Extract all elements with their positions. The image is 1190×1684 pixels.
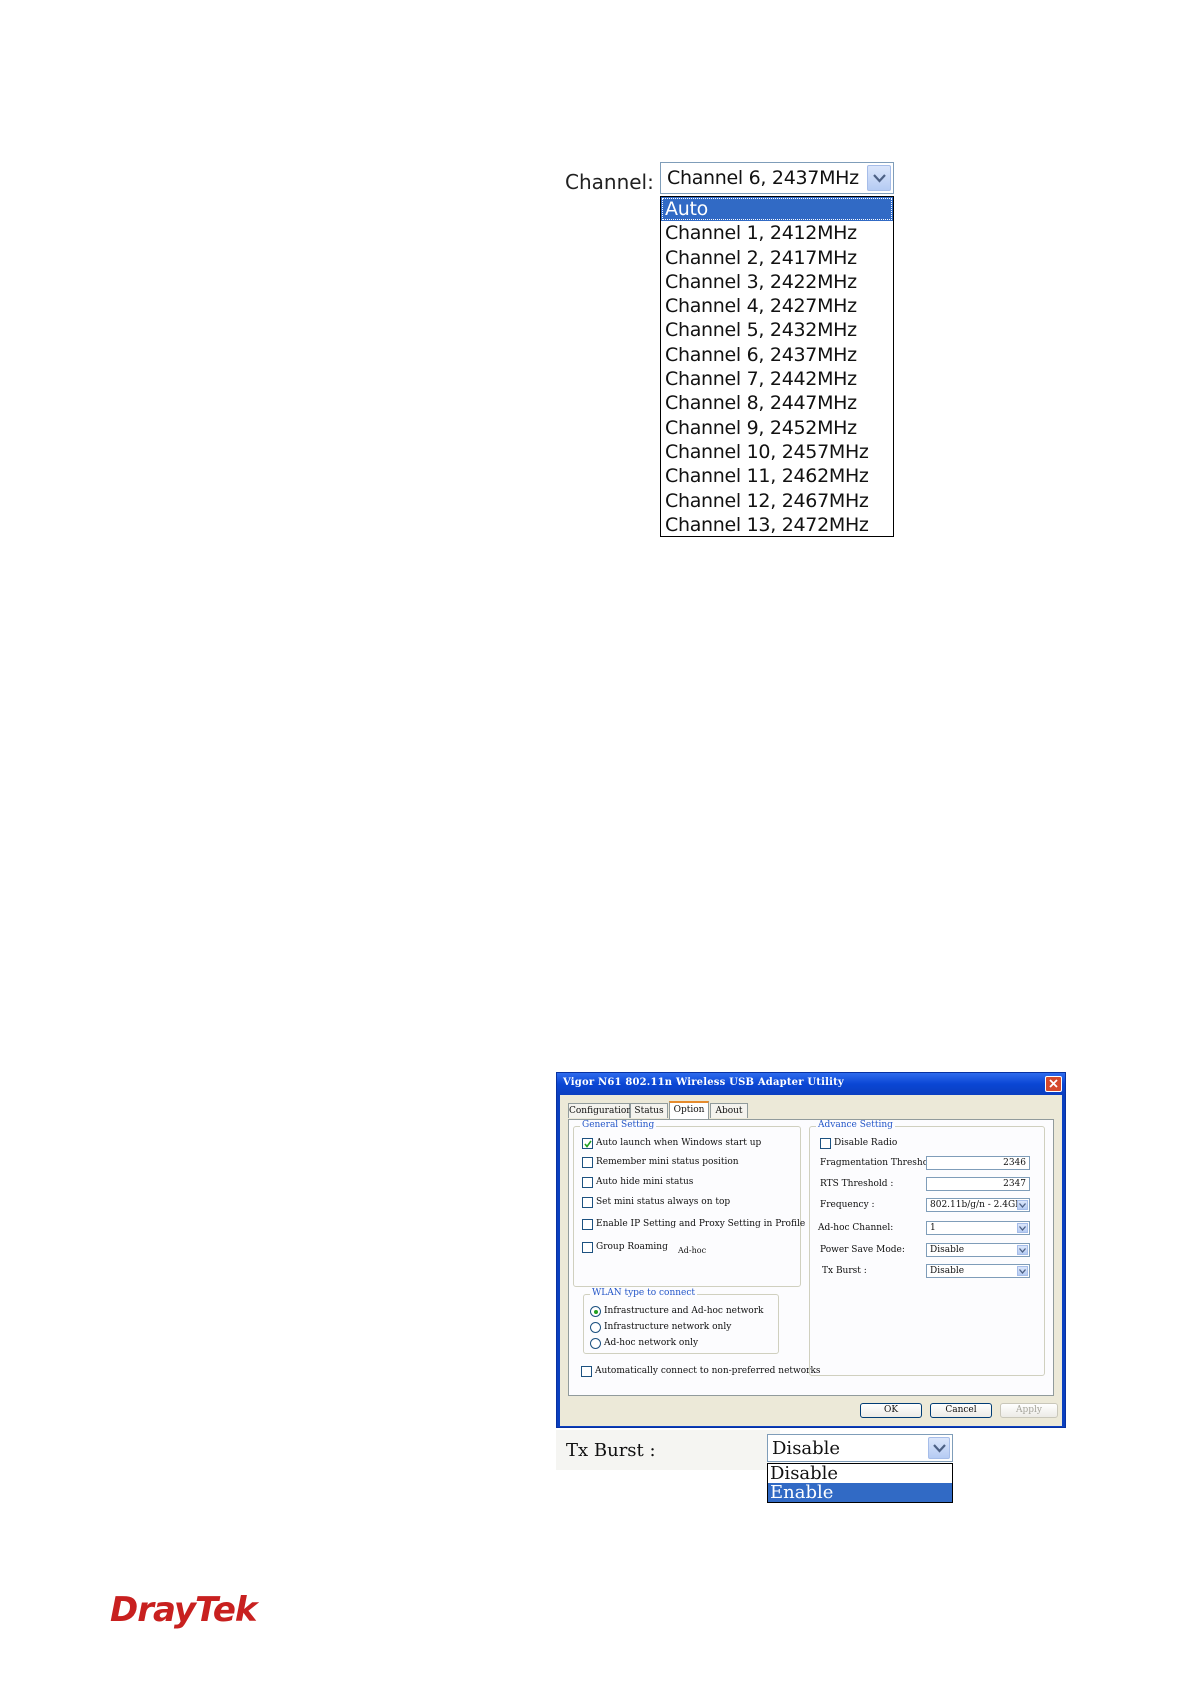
wlan-type-title: WLAN type to connect (590, 1288, 698, 1298)
advance-setting-group: Advance Setting Disable Radio Fragmentat… (809, 1120, 1045, 1376)
channel-option[interactable]: Channel 10, 2457MHz (661, 440, 893, 464)
chevron-down-icon[interactable] (1017, 1223, 1028, 1233)
channel-option[interactable]: Channel 5, 2432MHz (661, 318, 893, 342)
adhoc-channel-select[interactable]: 1 (926, 1221, 1030, 1235)
close-icon[interactable] (1045, 1076, 1062, 1092)
group-roaming-extra: Ad-hoc (678, 1246, 707, 1255)
tx-burst-zoom-select[interactable]: Disable (767, 1434, 953, 1462)
wlan-adhoc-only-radio[interactable] (590, 1338, 601, 1349)
channel-option[interactable]: Channel 2, 2417MHz (661, 246, 893, 270)
remember-position-checkbox[interactable] (582, 1157, 593, 1168)
wlan-infra-adhoc-radio[interactable] (590, 1306, 601, 1317)
tx-burst-option[interactable]: Disable (768, 1464, 952, 1483)
auto-connect-checkbox[interactable] (581, 1366, 592, 1377)
auto-launch-checkbox[interactable] (582, 1138, 593, 1149)
rts-input[interactable]: 2347 (926, 1177, 1030, 1191)
draytek-logo: DrayTek (110, 1590, 258, 1630)
disable-radio-label: Disable Radio (834, 1138, 898, 1148)
channel-option[interactable]: Auto (661, 197, 893, 222)
fragmentation-label: Fragmentation Threshold : (820, 1158, 943, 1168)
channel-label: Channel: (565, 170, 654, 194)
cancel-button[interactable]: Cancel (930, 1403, 992, 1418)
adhoc-channel-label: Ad-hoc Channel: (818, 1223, 894, 1233)
power-save-value: Disable (930, 1245, 965, 1255)
channel-option[interactable]: Channel 6, 2437MHz (661, 343, 893, 367)
channel-option[interactable]: Channel 7, 2442MHz (661, 367, 893, 391)
channel-option[interactable]: Channel 8, 2447MHz (661, 391, 893, 415)
wlan-type-group: WLAN type to connect Infrastructure and … (583, 1288, 779, 1354)
group-roaming-checkbox[interactable] (582, 1242, 593, 1253)
tab-configuration[interactable]: Configuration (568, 1103, 632, 1118)
option-panel: General Setting Auto launch when Windows… (568, 1119, 1054, 1396)
frequency-value: 802.11b/g/n - 2.4GH (930, 1200, 1023, 1210)
rts-label: RTS Threshold : (820, 1179, 894, 1189)
chevron-down-icon[interactable] (928, 1437, 950, 1459)
tx-burst-zoom-label: Tx Burst : (566, 1440, 656, 1461)
tx-burst-options-list[interactable]: Disable Enable (767, 1463, 953, 1503)
channel-option[interactable]: Channel 3, 2422MHz (661, 270, 893, 294)
window-title: Vigor N61 802.11n Wireless USB Adapter U… (563, 1077, 844, 1088)
advance-setting-title: Advance Setting (816, 1120, 895, 1130)
window-titlebar[interactable]: Vigor N61 802.11n Wireless USB Adapter U… (557, 1073, 1065, 1095)
wlan-adhoc-only-label: Ad-hoc network only (604, 1338, 699, 1348)
ok-button[interactable]: OK (860, 1403, 922, 1418)
auto-connect-label: Automatically connect to non-preferred n… (595, 1366, 821, 1376)
enable-ip-proxy-label: Enable IP Setting and Proxy Setting in P… (596, 1219, 806, 1229)
disable-radio-checkbox[interactable] (820, 1138, 831, 1149)
group-roaming-label: Group Roaming (596, 1242, 668, 1252)
remember-position-label: Remember mini status position (596, 1157, 739, 1167)
window-client-area: Configuration Status Option About Genera… (560, 1095, 1062, 1426)
tx-burst-option[interactable]: Enable (768, 1483, 952, 1502)
tx-burst-zoom-value: Disable (772, 1438, 841, 1459)
auto-launch-label: Auto launch when Windows start up (596, 1138, 762, 1148)
tx-burst-select[interactable]: Disable (926, 1264, 1030, 1278)
channel-option[interactable]: Channel 13, 2472MHz (661, 513, 893, 537)
channel-option[interactable]: Channel 11, 2462MHz (661, 464, 893, 488)
adhoc-channel-value: 1 (930, 1223, 936, 1233)
channel-selected-value: Channel 6, 2437MHz (667, 167, 859, 189)
chevron-down-icon[interactable] (1017, 1245, 1028, 1255)
chevron-down-icon[interactable] (867, 165, 891, 191)
wlan-infra-only-label: Infrastructure network only (604, 1322, 732, 1332)
auto-hide-label: Auto hide mini status (596, 1177, 694, 1187)
power-save-label: Power Save Mode: (820, 1245, 905, 1255)
tab-option[interactable]: Option (669, 1101, 709, 1119)
frequency-label: Frequency : (820, 1200, 875, 1210)
channel-option[interactable]: Channel 1, 2412MHz (661, 221, 893, 245)
always-on-top-checkbox[interactable] (582, 1197, 593, 1208)
general-setting-group: General Setting Auto launch when Windows… (573, 1120, 805, 1287)
channel-select[interactable]: Channel 6, 2437MHz (660, 162, 894, 194)
frequency-select[interactable]: 802.11b/g/n - 2.4GH (926, 1198, 1030, 1212)
utility-window: Vigor N61 802.11n Wireless USB Adapter U… (556, 1072, 1066, 1428)
wlan-infra-only-radio[interactable] (590, 1322, 601, 1333)
auto-hide-checkbox[interactable] (582, 1177, 593, 1188)
general-setting-title: General Setting (580, 1120, 657, 1130)
enable-ip-proxy-checkbox[interactable] (582, 1219, 593, 1230)
channel-options-list[interactable]: Auto Channel 1, 2412MHz Channel 2, 2417M… (660, 196, 894, 537)
chevron-down-icon[interactable] (1017, 1266, 1028, 1276)
power-save-select[interactable]: Disable (926, 1243, 1030, 1257)
chevron-down-icon[interactable] (1017, 1200, 1028, 1210)
apply-button[interactable]: Apply (1000, 1403, 1058, 1418)
wlan-infra-adhoc-label: Infrastructure and Ad-hoc network (604, 1306, 764, 1316)
channel-option[interactable]: Channel 12, 2467MHz (661, 489, 893, 513)
tab-status[interactable]: Status (630, 1103, 668, 1118)
fragmentation-input[interactable]: 2346 (926, 1156, 1030, 1170)
tx-burst-label: Tx Burst : (822, 1266, 867, 1276)
channel-option[interactable]: Channel 4, 2427MHz (661, 294, 893, 318)
channel-option[interactable]: Channel 9, 2452MHz (661, 416, 893, 440)
always-on-top-label: Set mini status always on top (596, 1197, 731, 1207)
tab-about[interactable]: About (710, 1103, 748, 1118)
tx-burst-value: Disable (930, 1266, 965, 1276)
